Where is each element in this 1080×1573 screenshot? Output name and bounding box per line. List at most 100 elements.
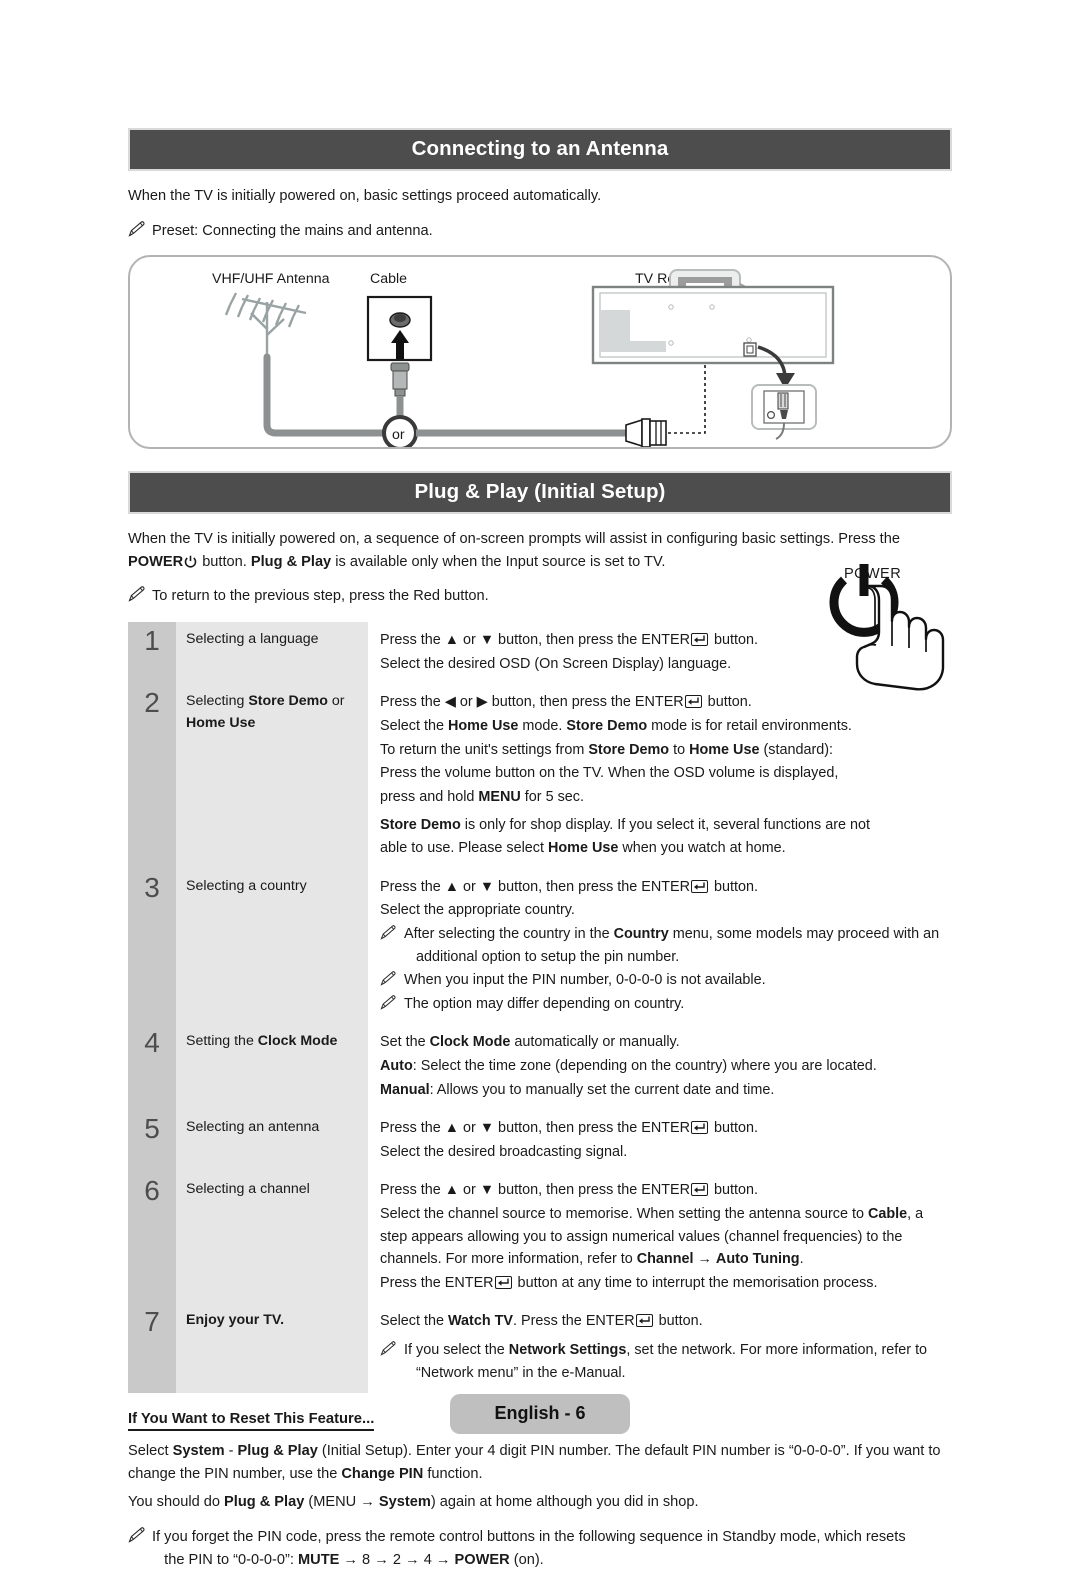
svg-text:or: or: [392, 427, 405, 443]
step-desc-line: Auto: Select the time zone (depending on…: [380, 1057, 877, 1074]
antenna-cable-line: [263, 353, 392, 437]
coax-connector-right: [625, 418, 667, 448]
tv-rear-panel-graphic: [591, 285, 835, 365]
step-number-cell: 4: [128, 1024, 176, 1111]
step-label-cell: Setting the Clock Mode: [176, 1024, 368, 1111]
step-desc-cell: Press the ▲ or ▼ button, then press the …: [368, 1172, 952, 1303]
step-label-cell: Selecting a language: [176, 622, 368, 685]
step-desc-note: If you select the Network Settings, set …: [380, 1339, 952, 1384]
step-desc-cell: Press the ▲ or ▼ button, then press the …: [368, 1110, 952, 1172]
step-desc-line: Select the Home Use mode. Store Demo mod…: [380, 718, 852, 735]
enter-key-icon: [691, 1121, 709, 1135]
step-desc-cell: Set the Clock Mode automatically or manu…: [368, 1024, 952, 1110]
coax-connector-left: [390, 362, 410, 397]
step-desc-line: Press the volume button on the TV. When …: [380, 765, 839, 782]
antenna-preset-note: Preset: Connecting the mains and antenna…: [128, 220, 952, 243]
step-label-cell: Selecting a country: [176, 868, 368, 1025]
page-footer: English - 6: [0, 1394, 1080, 1434]
plugplay-intro-bold: Plug & Play: [250, 554, 332, 571]
diagram-label-cable: Cable: [370, 271, 407, 287]
pencil-note-icon: [128, 586, 146, 602]
step-label-bold1: Clock Mode: [257, 1033, 338, 1050]
step-number-cell: 7: [128, 1303, 176, 1394]
step-number-cell: 1: [128, 622, 176, 685]
step-desc-cell: Press the ◀ or ▶ button, then press the …: [368, 684, 952, 868]
step-number: 4: [144, 1027, 160, 1059]
step-label-cell: Selecting an antenna: [176, 1110, 368, 1173]
table-row: 2 Selecting Store Demo or Home Use Press…: [128, 684, 952, 869]
plugplay-note-text: To return to the previous step, press th…: [152, 588, 489, 605]
step-desc-line: Manual: Allows you to manually set the c…: [380, 1081, 775, 1098]
plugplay-intro-part2: button.: [198, 554, 251, 571]
section-header-plugplay: Plug & Play (Initial Setup): [128, 471, 952, 515]
power-button-illustration: [822, 556, 982, 706]
step-desc-line: Press the ▲ or ▼ button, then press the …: [380, 1120, 759, 1137]
antenna-diagram-svg: VHF/UHF Antenna Cable TV Rear Panel: [212, 269, 835, 448]
step-desc-cell: Select the Watch TV. Press the ENTER but…: [368, 1303, 952, 1393]
step-label: Selecting a channel: [186, 1181, 310, 1198]
step-desc-note: After selecting the country in the Count…: [380, 923, 952, 968]
antenna-intro-text: When the TV is initially powered on, bas…: [128, 188, 602, 204]
step-number-cell: 5: [128, 1110, 176, 1173]
pencil-note-icon: [380, 971, 397, 986]
step-number: 6: [144, 1175, 160, 1207]
step-desc-note: The option may differ depending on count…: [380, 993, 952, 1016]
step-number: 1: [144, 625, 160, 657]
step-label-cell: Enjoy your TV.: [176, 1303, 368, 1394]
table-row: 6 Selecting a channel Press the ▲ or ▼ b…: [128, 1172, 952, 1304]
manual-page: Connecting to an Antenna When the TV is …: [0, 0, 1080, 1568]
step-desc-line: able to use. Please select Home Use when…: [380, 840, 786, 857]
reset-pin-note: If you forget the PIN code, press the re…: [128, 1526, 952, 1572]
page-number-badge: English - 6: [450, 1394, 630, 1434]
step-label-pre: Setting the: [186, 1033, 258, 1050]
step-label-cell: Selecting Store Demo or Home Use: [176, 684, 368, 869]
step-label-bold1: Store Demo: [248, 693, 328, 710]
step-label-pre: Selecting: [186, 693, 249, 710]
step-desc-line: press and hold MENU for 5 sec.: [380, 788, 584, 805]
step-desc-line: Select the Watch TV. Press the ENTER but…: [380, 1313, 703, 1330]
section-header-antenna: Connecting to an Antenna: [128, 128, 952, 171]
or-junction: or: [382, 415, 418, 448]
power-symbol-icon: [184, 553, 197, 568]
step-desc-line: Set the Clock Mode automatically or manu…: [380, 1034, 680, 1051]
table-row: 7 Enjoy your TV. Select the Watch TV. Pr…: [128, 1303, 952, 1394]
step-desc-line: Store Demo is only for shop display. If …: [380, 816, 871, 833]
enter-key-icon: [635, 1314, 653, 1328]
pencil-note-icon: [380, 1341, 397, 1356]
step-desc-line: Press the ▲ or ▼ button, then press the …: [380, 878, 759, 895]
step-desc-line: Select the desired broadcasting signal.: [380, 1143, 628, 1160]
step-desc-cell: Press the ▲ or ▼ button, then press the …: [368, 869, 952, 1025]
step-label: Selecting a language: [186, 631, 319, 648]
ant-in-dotted-path: [668, 357, 706, 434]
step-desc-line: Press the ▲ or ▼ button, then press the …: [380, 1182, 759, 1199]
step-desc-line: Select the channel source to memorise. W…: [380, 1206, 924, 1268]
step-desc-note: When you input the PIN number, 0-0-0-0 i…: [380, 969, 952, 992]
page-content: Connecting to an Antenna When the TV is …: [128, 0, 952, 1573]
step-desc-line: Press the ENTER button at any time to in…: [380, 1274, 878, 1291]
step-desc-line: Select the appropriate country.: [380, 902, 575, 919]
hand-graphic: [855, 584, 945, 691]
step-label: Selecting an antenna: [186, 1119, 320, 1136]
step-desc-line: To return the unit's settings from Store…: [380, 741, 834, 758]
diagram-label-antenna: VHF/UHF Antenna: [212, 271, 330, 287]
plugplay-intro-part1: When the TV is initially powered on, a s…: [128, 531, 900, 548]
enter-key-icon: [691, 879, 709, 893]
table-row: 4 Setting the Clock Mode Set the Clock M…: [128, 1024, 952, 1111]
step-label: Selecting a country: [186, 877, 307, 894]
step-number: 5: [144, 1113, 160, 1145]
step-number-cell: 6: [128, 1172, 176, 1304]
plugplay-power-word: POWER: [128, 554, 184, 571]
reset-para-2: You should do Plug & Play (MENU → System…: [128, 1494, 699, 1511]
enter-key-icon: [684, 695, 702, 709]
pencil-note-icon: [128, 1527, 146, 1544]
pencil-note-icon: [380, 995, 397, 1010]
pencil-note-icon: [128, 221, 146, 237]
step-number: 2: [144, 687, 160, 719]
step-number-cell: 2: [128, 684, 176, 869]
mains-socket-callout: [751, 384, 817, 440]
reset-para-1: Select System - Plug & Play (Initial Set…: [128, 1443, 941, 1483]
step-number: 7: [144, 1306, 160, 1338]
step-label: Enjoy your TV.: [186, 1312, 285, 1329]
pencil-note-icon: [380, 925, 397, 940]
antenna-preset-note-text: Preset: Connecting the mains and antenna…: [152, 223, 433, 240]
